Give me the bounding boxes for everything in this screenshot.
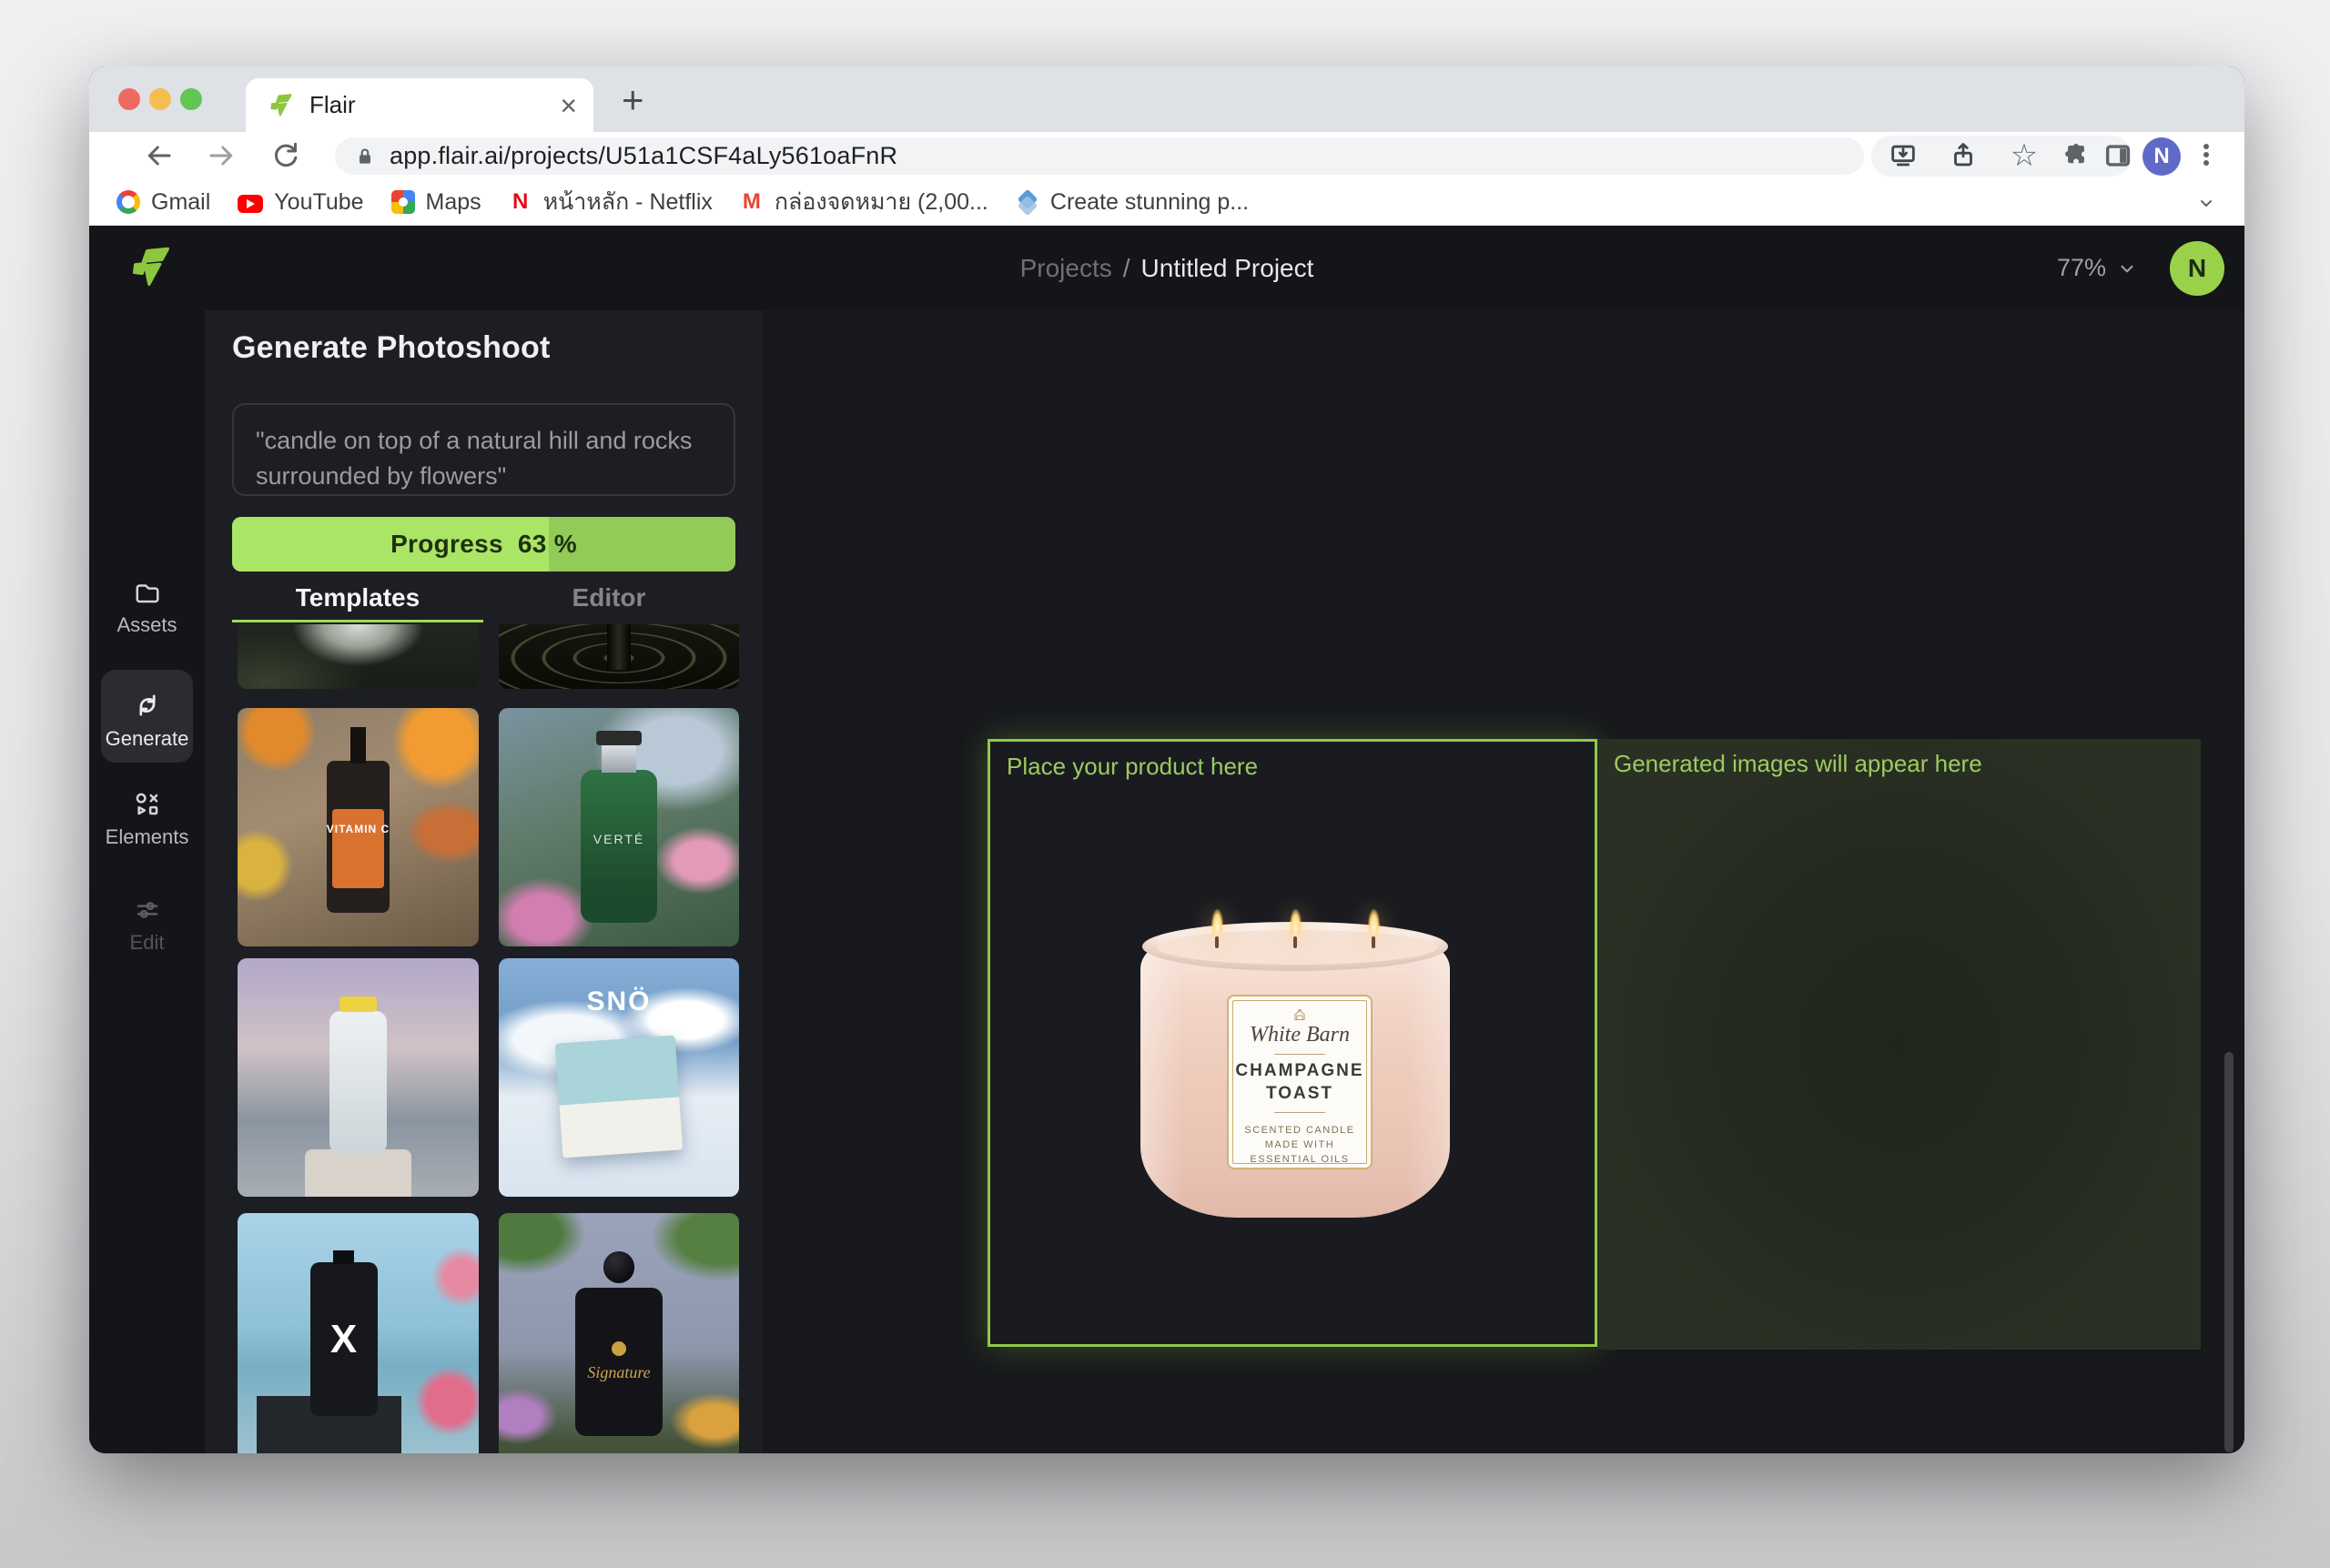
layers-icon <box>1016 190 1039 214</box>
generated-images-area: Generated images will appear here <box>1597 739 2201 1350</box>
panel-title: Generate Photoshoot <box>232 330 551 366</box>
bookmark-youtube[interactable]: YouTube <box>238 189 363 216</box>
tab-templates[interactable]: Templates <box>232 583 483 612</box>
flame-icon <box>1290 909 1302 935</box>
browser-menu-button[interactable] <box>2203 141 2210 172</box>
chevron-down-icon <box>2195 192 2217 214</box>
active-tab-indicator <box>232 620 483 622</box>
tab-editor[interactable]: Editor <box>483 583 734 612</box>
browser-window: Flair × + app.flair.ai/projects/U51a1CS <box>89 66 2244 1453</box>
reload-icon <box>269 139 302 172</box>
template-liquid-ripple[interactable] <box>499 624 739 689</box>
breadcrumb-projects-link[interactable]: Projects <box>1020 254 1112 283</box>
puzzle-icon <box>2061 140 2092 171</box>
generated-area-label: Generated images will appear here <box>1614 750 1982 778</box>
bookmark-star-button[interactable]: ☆ <box>2008 140 2041 173</box>
bookmark-inbox[interactable]: M กล่องจดหมาย (2,00... <box>740 184 988 220</box>
browser-toolbar: app.flair.ai/projects/U51a1CSF4aLy561oaF… <box>89 132 2244 179</box>
sidebar-item-generate[interactable]: Generate <box>101 685 193 751</box>
zoom-level-dropdown[interactable]: 77% <box>2057 226 2139 310</box>
flair-app: Projects / Untitled Project 77% N Assets <box>89 226 2244 1453</box>
back-button[interactable] <box>142 139 177 174</box>
breadcrumb-project-name: Untitled Project <box>1141 254 1314 283</box>
product-placement-box[interactable]: Place your product here <box>988 739 1597 1347</box>
tab-title: Flair <box>309 91 560 119</box>
flame-icon <box>1211 909 1223 935</box>
browser-profile-avatar[interactable]: N <box>2143 137 2181 176</box>
flame-icon <box>1368 909 1380 935</box>
google-maps-icon <box>391 190 415 214</box>
macos-minimize-button[interactable] <box>149 88 171 110</box>
sliders-icon <box>134 896 161 924</box>
bookmark-maps[interactable]: Maps <box>391 189 481 216</box>
template-mossy-rocks[interactable] <box>238 624 479 689</box>
bookmark-gmail[interactable]: Gmail <box>116 189 210 216</box>
candle-label: White Barn CHAMPAGNE TOAST SCENTED CANDL… <box>1227 995 1373 1169</box>
side-panel-icon <box>2102 140 2133 171</box>
sidebar-rail: Assets Generate <box>89 310 205 1453</box>
clover-logo-icon <box>612 1341 626 1356</box>
folder-icon <box>134 579 161 606</box>
address-bar[interactable]: app.flair.ai/projects/U51a1CSF4aLy561oaF… <box>335 137 1864 175</box>
share-button[interactable] <box>1948 140 1980 173</box>
sidebar-item-elements[interactable]: Elements <box>89 791 205 849</box>
youtube-icon <box>238 195 263 213</box>
template-water-bottle-pedestal[interactable] <box>238 958 479 1197</box>
reload-button[interactable] <box>269 139 304 174</box>
sidebar-item-assets[interactable]: Assets <box>89 579 205 637</box>
progress-text: Progress63 % <box>232 517 735 572</box>
zoom-level-value: 77% <box>2057 254 2106 282</box>
bookmarks-overflow-button[interactable] <box>2195 192 2217 214</box>
shapes-icon <box>134 791 161 818</box>
back-arrow-icon <box>142 139 175 172</box>
template-vitamin-c-serum[interactable]: VITAMIN C <box>238 708 479 946</box>
browser-tab[interactable]: Flair × <box>246 78 593 132</box>
prompt-input[interactable]: "candle on top of a natural hill and roc… <box>232 403 735 496</box>
gmail-icon: M <box>740 190 764 214</box>
user-avatar[interactable]: N <box>2170 241 2224 296</box>
install-icon <box>1888 140 1919 171</box>
share-icon <box>1948 140 1979 171</box>
netflix-icon: N <box>509 190 532 214</box>
sidebar-item-edit[interactable]: Edit <box>89 896 205 955</box>
new-tab-button[interactable]: + <box>622 81 644 119</box>
sync-icon <box>133 691 162 720</box>
browser-titlebar: Flair × + <box>89 66 2244 132</box>
side-panel-button[interactable] <box>2102 140 2135 173</box>
app-header: Projects / Untitled Project 77% N <box>89 226 2244 310</box>
barn-icon <box>1284 1009 1315 1021</box>
template-sno-ice-cream-box[interactable]: SNÖ <box>499 958 739 1197</box>
template-xtrem-black-bottle[interactable]: X <box>238 1213 479 1453</box>
install-app-button[interactable] <box>1888 140 1920 173</box>
tab-close-icon[interactable]: × <box>560 91 577 120</box>
breadcrumb: Projects / Untitled Project <box>89 226 2244 310</box>
google-g-icon <box>116 190 140 214</box>
lock-icon <box>353 145 377 168</box>
bookmarks-bar: Gmail YouTube Maps N หน้าหลัก - Netflix … <box>89 179 2244 226</box>
forward-arrow-icon <box>206 139 238 172</box>
vertical-scrollbar[interactable] <box>2224 1052 2234 1452</box>
editor-canvas: Place your product here <box>763 310 2244 1453</box>
macos-zoom-button[interactable] <box>180 88 202 110</box>
url-text: app.flair.ai/projects/U51a1CSF4aLy561oaF… <box>390 142 897 170</box>
flair-favicon-icon <box>268 92 295 119</box>
product-image-candle[interactable]: White Barn CHAMPAGNE TOAST SCENTED CANDL… <box>1140 922 1450 1219</box>
bookmark-create-stunning[interactable]: Create stunning p... <box>1016 189 1249 216</box>
extensions-button[interactable] <box>2061 140 2093 173</box>
macos-close-button[interactable] <box>118 88 140 110</box>
template-verte-green-bottle[interactable]: VERTÉ <box>499 708 739 946</box>
chevron-down-icon <box>2115 257 2139 280</box>
bookmark-netflix[interactable]: N หน้าหลัก - Netflix <box>509 184 713 220</box>
template-signature-black-perfume[interactable]: Signature <box>499 1213 739 1453</box>
generate-panel: Generate Photoshoot "candle on top of a … <box>205 310 763 1453</box>
product-box-label: Place your product here <box>1007 753 1258 781</box>
forward-button[interactable] <box>206 139 240 174</box>
progress-bar: Progress63 % <box>232 517 735 572</box>
